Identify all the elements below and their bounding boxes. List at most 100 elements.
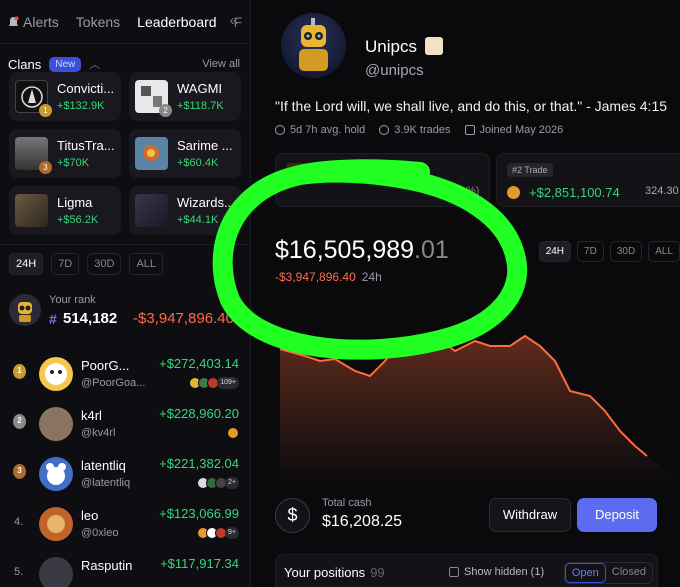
trader-handle: @0xleo: [81, 527, 119, 539]
profile-avatar: [281, 13, 346, 78]
token-chips: 2+: [197, 477, 239, 489]
rank-medal-icon: 1: [39, 104, 52, 117]
token-chips: 109+: [189, 377, 239, 389]
rank-medal-icon: 3: [39, 161, 52, 174]
trader-handle: @latentliq: [81, 477, 131, 489]
bell-icon[interactable]: [8, 16, 19, 29]
cash-label: Total cash: [322, 497, 372, 509]
trader-name: latentliq: [81, 458, 126, 473]
positions-title: Your positions 99: [284, 565, 385, 580]
clan-card[interactable]: Ligma +$56.2K: [9, 186, 121, 235]
profile-name: Unipcs: [365, 37, 417, 56]
tab-tokens[interactable]: Tokens: [76, 14, 120, 30]
positions-header: Your positions 99 Show hidden (1) Open Cl…: [275, 554, 658, 587]
gold-medal-icon: 1: [13, 364, 26, 379]
profile-panel: Unipcs @unipcs "If the Lord will, we sha…: [252, 0, 680, 587]
clan-value: +$118.7K: [177, 100, 224, 112]
rank-medal-icon: 2: [159, 104, 172, 117]
clan-card[interactable]: 1 Convicti... +$132.9K: [9, 72, 121, 121]
checkbox-icon[interactable]: [449, 567, 459, 577]
clock-icon: [275, 125, 285, 135]
chart-area: [280, 336, 680, 481]
clan-name: TitusTra...: [57, 138, 115, 153]
open-closed-toggle: Open Closed: [563, 562, 653, 584]
clan-card[interactable]: 2 WAGMI +$118.7K: [129, 72, 241, 121]
trader-gain: +$221,382.04: [159, 456, 239, 471]
trade-card-1[interactable]: #1 Trade %): [275, 153, 490, 207]
leaderboard-range-selector: 24H 7D 30D ALL: [9, 253, 164, 275]
range-all[interactable]: ALL: [129, 253, 164, 275]
trader-name: leo: [81, 508, 99, 523]
collapse-icon[interactable]: «: [230, 12, 238, 29]
clan-value: +$44.1K: [177, 214, 219, 226]
clans-title: Clans: [8, 56, 42, 72]
trader-name: Rasputin: [81, 558, 133, 573]
withdraw-button[interactable]: Withdraw: [489, 498, 571, 532]
leaderboard-row[interactable]: 5. Rasputin +$117,917.34: [0, 546, 250, 587]
clan-value: +$70K: [57, 157, 90, 169]
clan-avatar: [15, 194, 48, 227]
leaderboard-row[interactable]: 4. leo @0xleo +$123,066.99 9+: [0, 496, 250, 550]
range-24h[interactable]: 24H: [9, 253, 44, 275]
your-rank-pnl: -$3,947,896.40: [133, 310, 234, 327]
clan-value: +$56.2K: [57, 214, 99, 226]
trade-badge: #2 Trade: [507, 163, 553, 177]
more-tokens-badge: 9+: [225, 527, 239, 539]
leaderboard-row[interactable]: 3 latentliq @latentliq +$221,382.04 2+: [0, 446, 250, 500]
leaderboard-row[interactable]: 1 PoorG... @PoorGoa... +$272,403.14 109+: [0, 346, 250, 400]
flair-icon: [425, 37, 443, 55]
chart-range-30d[interactable]: 30D: [609, 241, 643, 262]
token-chips: 9+: [197, 527, 239, 539]
range-7d[interactable]: 7D: [51, 253, 80, 275]
clan-name: Convicti...: [57, 81, 115, 96]
view-all-link[interactable]: View all: [202, 58, 240, 70]
token-icon: [227, 427, 239, 439]
avatar: [39, 407, 73, 441]
clan-card[interactable]: Sarime ... +$60.4K: [129, 129, 241, 178]
open-tab[interactable]: Open: [564, 563, 606, 583]
clan-name: Wizards...: [177, 195, 235, 210]
trader-name: PoorG...: [81, 358, 130, 373]
your-rank: Your rank # 514,182 -$3,947,896.40: [0, 286, 250, 340]
chart-range-24h[interactable]: 24H: [538, 241, 572, 262]
clan-value: +$60.4K: [177, 157, 219, 169]
join-date: Joined May 2026: [464, 124, 563, 136]
portfolio-line-chart: [279, 334, 680, 481]
chart-range-selector: 24H 7D 30D ALL: [538, 241, 680, 262]
profile-bio: "If the Lord will, we shall live, and do…: [275, 98, 668, 114]
range-30d[interactable]: 30D: [87, 253, 122, 275]
clan-card[interactable]: 3 TitusTra... +$70K: [9, 129, 121, 178]
show-hidden-toggle[interactable]: Show hidden (1): [449, 566, 544, 578]
clan-card[interactable]: Wizards... +$44.1K: [129, 186, 241, 235]
new-badge: New: [49, 56, 82, 72]
dollar-icon: $: [275, 498, 310, 533]
portfolio-change: -$3,947,896.40 24h: [275, 270, 382, 284]
bronze-medal-icon: 3: [13, 464, 26, 479]
trader-handle: @kv4rl: [81, 427, 116, 439]
clan-name: Sarime ...: [177, 138, 233, 153]
token-icon: [507, 186, 520, 199]
portfolio-value: $16,505,989.01: [275, 236, 449, 264]
trade-value: +$2,851,100.74: [529, 185, 620, 200]
divider: [0, 244, 250, 245]
chevron-up-icon[interactable]: ︿: [89, 56, 100, 72]
trader-gain: +$117,917.34: [160, 556, 239, 571]
trade-pct: %): [466, 185, 480, 197]
trade-card-2[interactable]: #2 Trade +$2,851,100.74 324.30: [496, 153, 680, 207]
cash-value: $16,208.25: [322, 513, 403, 530]
trader-name: k4rl: [81, 408, 102, 423]
profile-stats: 5d 7h avg. hold 3.9K trades Joined May 2…: [275, 124, 563, 136]
your-rank-label: Your rank: [49, 294, 96, 306]
chart-range-7d[interactable]: 7D: [577, 241, 604, 262]
tab-leaderboard[interactable]: Leaderboard: [137, 14, 216, 30]
calendar-icon: [464, 125, 475, 135]
tab-alerts[interactable]: Alerts: [23, 14, 59, 30]
leaderboard-row[interactable]: 2 k4rl @kv4rl +$228,960.20: [0, 396, 250, 450]
avatar: [39, 457, 73, 491]
closed-tab[interactable]: Closed: [606, 563, 652, 583]
chart-range-all[interactable]: ALL: [648, 241, 680, 262]
token-chips: [227, 427, 239, 439]
rank-number: 5.: [14, 566, 24, 578]
trader-gain: +$272,403.14: [159, 356, 239, 371]
deposit-button[interactable]: Deposit: [577, 498, 657, 532]
